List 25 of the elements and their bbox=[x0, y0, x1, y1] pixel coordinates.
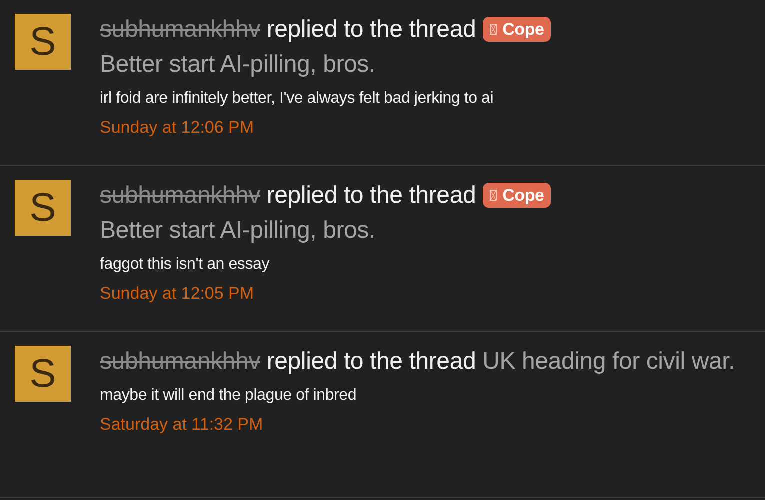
username[interactable]: subhumankhhv bbox=[100, 182, 260, 209]
reply-snippet: irl foid are infinitely better, I've always felt bad jerking to ai bbox=[100, 89, 495, 109]
avatar[interactable]: S bbox=[15, 346, 71, 402]
action-text: replied to the thread bbox=[266, 182, 476, 209]
timestamp: Saturday at 11:32 PM bbox=[100, 415, 264, 435]
thread-link[interactable]: UK heading for civil war. bbox=[482, 344, 736, 379]
missing-glyph-icon bbox=[490, 24, 497, 35]
username[interactable]: subhumankhhv bbox=[100, 16, 260, 43]
avatar-letter: S bbox=[30, 188, 56, 228]
avatar[interactable]: S bbox=[15, 14, 71, 70]
thread-prefix-badge: Cope bbox=[482, 17, 552, 42]
reply-snippet: maybe it will end the plague of inbred bbox=[100, 386, 358, 406]
missing-glyph-icon bbox=[490, 190, 497, 201]
reply-snippet: faggot this isn't an essay bbox=[100, 255, 271, 275]
avatar-letter: S bbox=[30, 354, 56, 394]
thread-link[interactable]: Better start AI-pilling, bros. bbox=[100, 213, 376, 248]
avatar-letter: S bbox=[30, 22, 56, 62]
timestamp: Sunday at 12:06 PM bbox=[100, 118, 256, 138]
action-text: replied to the thread bbox=[266, 16, 476, 43]
avatar[interactable]: S bbox=[15, 180, 71, 236]
thread-link[interactable]: Better start AI-pilling, bros. bbox=[100, 47, 376, 82]
username[interactable]: subhumankhhv bbox=[100, 348, 260, 375]
action-text: replied to the thread bbox=[266, 348, 476, 375]
thread-prefix-badge: Cope bbox=[482, 183, 552, 208]
timestamp: Sunday at 12:05 PM bbox=[100, 284, 256, 304]
